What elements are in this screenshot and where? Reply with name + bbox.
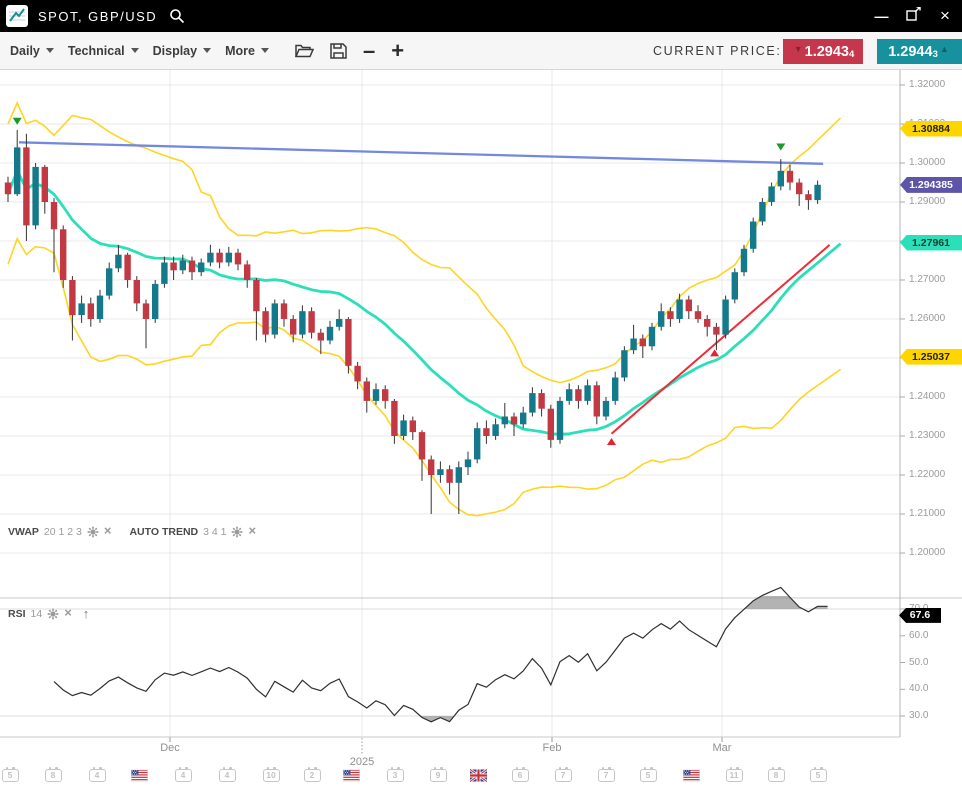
calendar-event-icon[interactable]: 10 [263,769,280,782]
us-flag-icon[interactable] [343,769,360,782]
autotrend-close-icon[interactable]: × [248,526,256,536]
vwap-line [8,171,841,435]
menu-more[interactable]: More [225,44,269,58]
chevron-down-icon [46,48,54,53]
toolbar: Daily Technical Display More – + CURRENT… [0,32,962,70]
minimize-button[interactable]: — [872,0,890,32]
rsi-move-up-icon[interactable]: ↑ [83,606,90,621]
vwap-close-icon[interactable]: × [104,526,112,536]
menu-technical[interactable]: Technical [68,44,139,58]
calendar-event-icon[interactable]: 5 [2,769,19,782]
calendar-event-icon[interactable]: 8 [45,769,62,782]
menu-display[interactable]: Display [153,44,211,58]
resistance-trendline [19,142,823,164]
calendar-event-icon[interactable]: 4 [175,769,192,782]
bid-price-badge: ▼1.29434 [783,39,863,64]
trend-markers-layer [13,118,786,445]
close-button[interactable]: × [936,0,954,32]
app-logo-icon [6,5,28,27]
calendar-event-icon[interactable]: 7 [555,769,572,782]
down-arrow-icon: ▼ [794,44,803,54]
calendar-event-icon[interactable]: 9 [430,769,447,782]
save-icon[interactable] [330,43,347,59]
calendar-event-icon[interactable]: 8 [768,769,785,782]
calendar-event-icon[interactable]: 4 [89,769,106,782]
calendar-event-icon[interactable]: 5 [810,769,827,782]
us-flag-icon[interactable] [683,769,700,782]
buy-marker-icon [710,349,719,356]
chevron-down-icon [203,48,211,53]
calendar-event-icon[interactable]: 2 [304,769,321,782]
sell-marker-icon [776,144,785,151]
buy-marker-icon [607,438,616,445]
candles-layer [5,130,821,514]
calendar-event-icon[interactable]: 4 [219,769,236,782]
restore-button[interactable] [904,0,922,32]
calendar-event-icon[interactable]: 5 [640,769,657,782]
zoom-in-icon[interactable]: + [391,41,404,61]
search-icon[interactable] [169,8,185,24]
chevron-down-icon [261,48,269,53]
ask-price-badge: 1.29443▲ [877,39,962,64]
vwap-settings-gear-icon[interactable] [87,526,99,538]
rsi-settings-gear-icon[interactable] [47,608,59,620]
trendlines-layer [19,142,830,433]
chart-canvas[interactable] [0,0,962,788]
calendar-event-icon[interactable]: 3 [387,769,404,782]
chart-window: 1.320001.310001.300001.290001.280001.270… [0,0,962,788]
title-bar: SPOT, GBP/USD — × [0,0,962,32]
us-flag-icon[interactable] [131,769,148,782]
up-arrow-icon: ▲ [940,44,949,54]
calendar-event-icon[interactable]: 7 [598,769,615,782]
zoom-out-icon[interactable]: – [363,41,375,61]
open-folder-icon[interactable] [295,43,314,59]
autotrend-settings-gear-icon[interactable] [231,526,243,538]
rsi-close-icon[interactable]: × [64,608,72,618]
economic-event-row: 5 8 4 4 4 10 2 3 9 6 7 7 5 11 8 5 [0,766,962,786]
grid-layer [0,70,962,755]
window-title: SPOT, GBP/USD [38,9,157,24]
menu-daily[interactable]: Daily [10,44,54,58]
calendar-event-icon[interactable]: 11 [726,769,743,782]
current-price-label: CURRENT PRICE: [653,44,781,58]
calendar-event-icon[interactable]: 6 [512,769,529,782]
uk-flag-icon[interactable] [470,769,487,782]
chevron-down-icon [131,48,139,53]
